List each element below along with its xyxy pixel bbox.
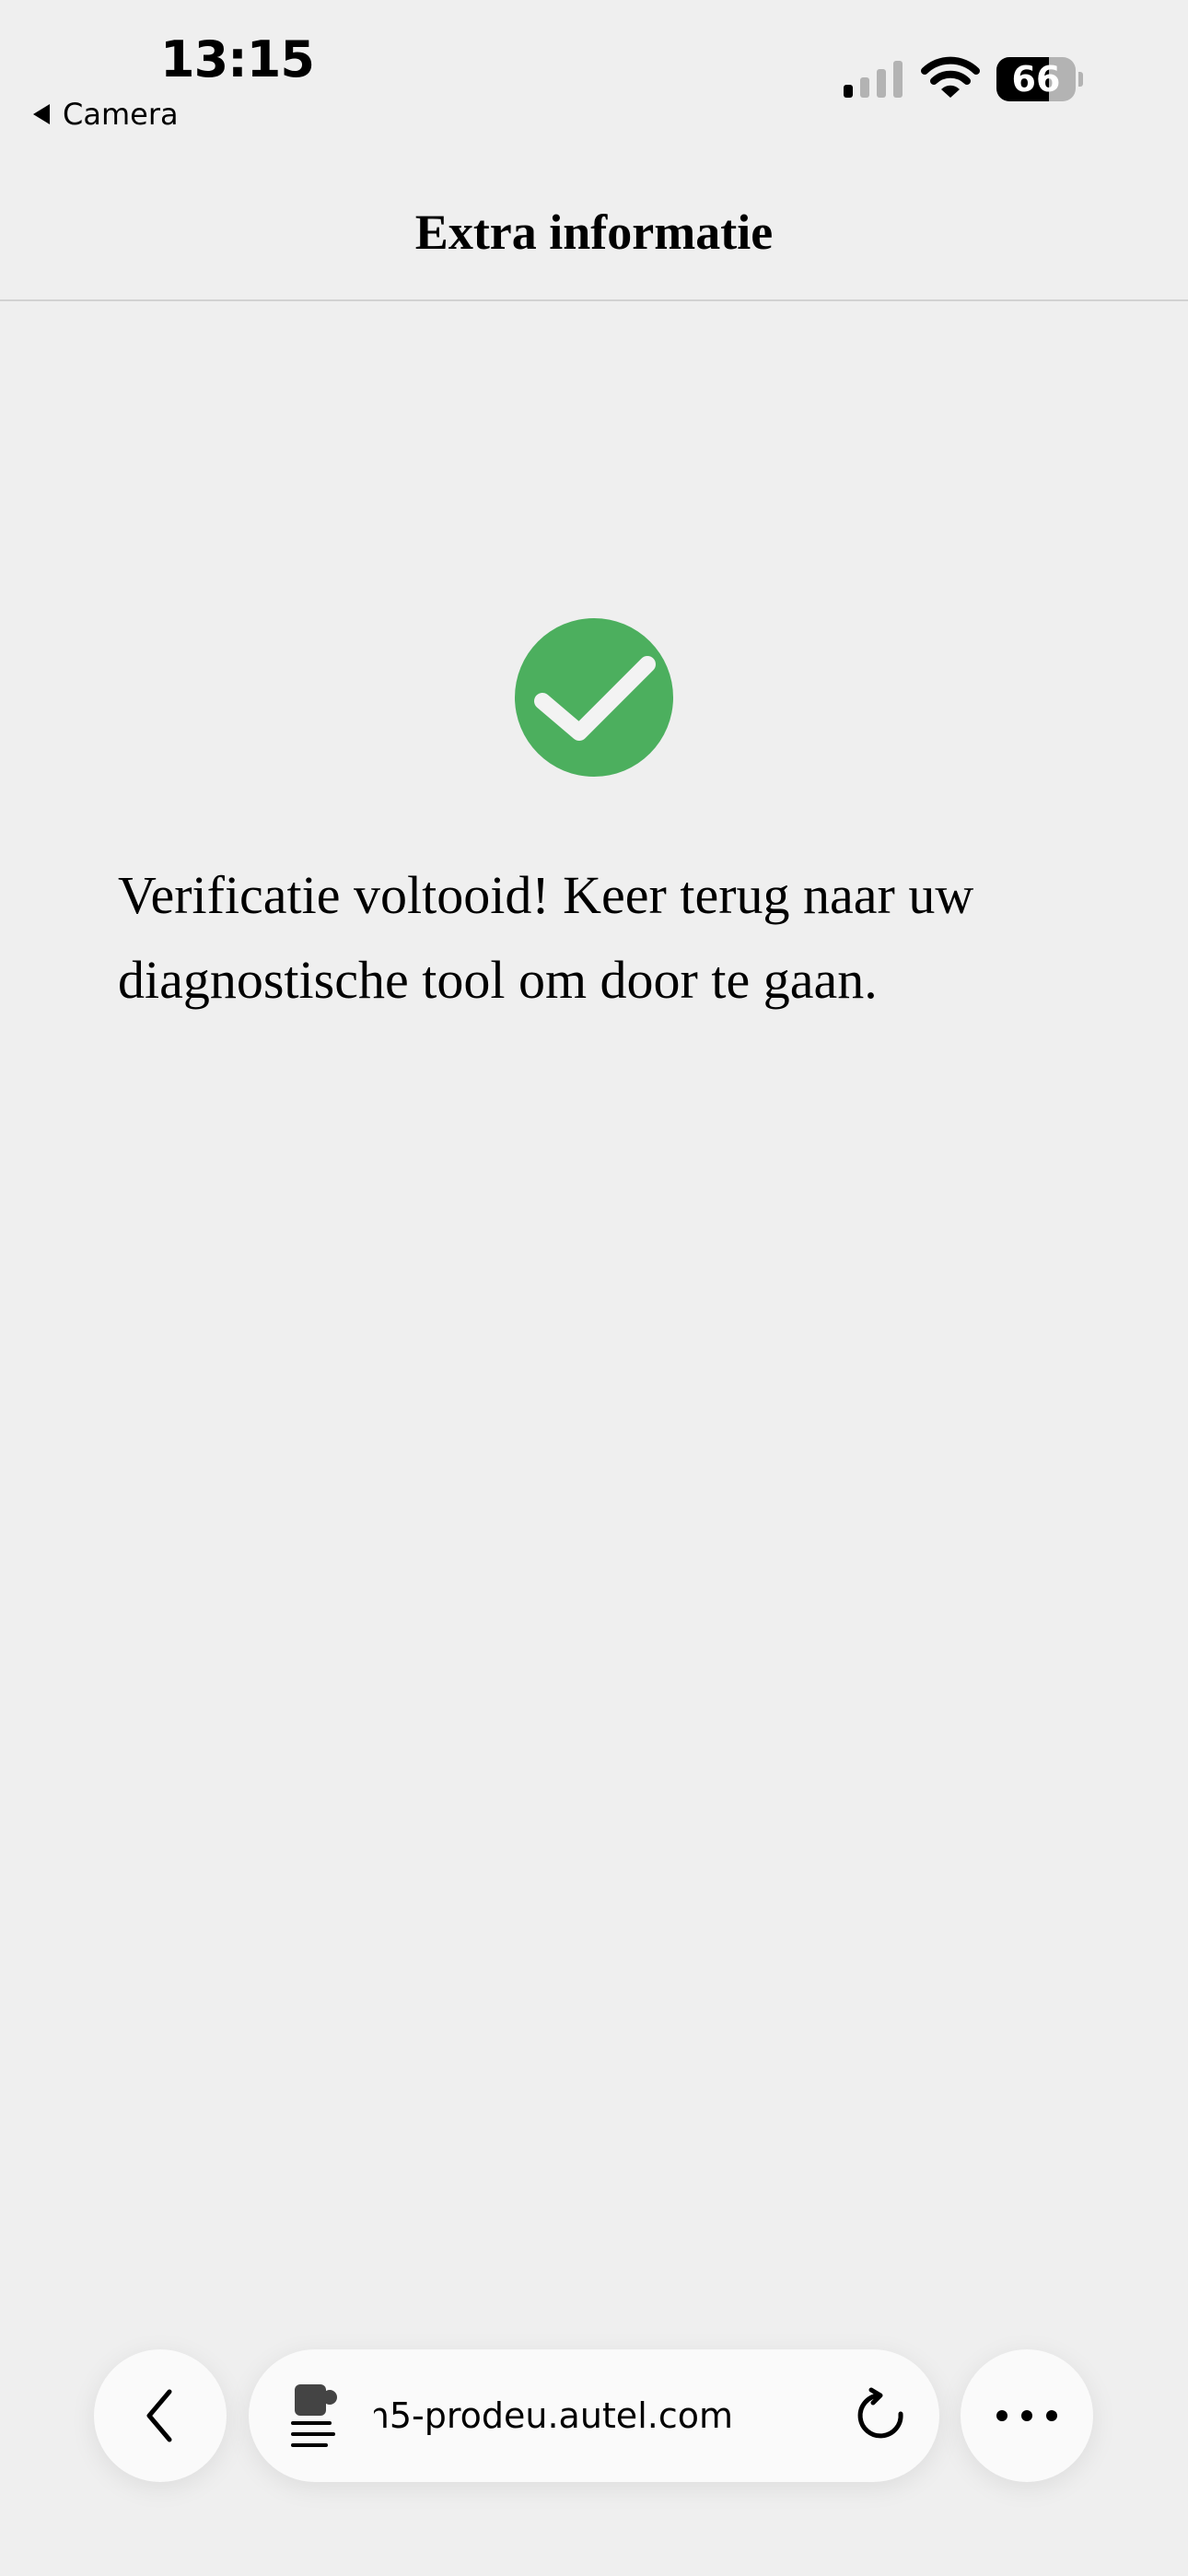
check-circle-icon: [515, 618, 673, 777]
extension-icon[interactable]: [291, 2379, 343, 2453]
back-to-app-button[interactable]: Camera: [33, 94, 179, 135]
more-options-button[interactable]: [961, 2349, 1093, 2482]
signal-icon: [844, 61, 903, 98]
url-text[interactable]: info-h5-prodeu.autel.com: [374, 2349, 733, 2482]
browser-back-button[interactable]: [94, 2349, 227, 2482]
back-app-label: Camera: [63, 97, 179, 132]
page-title: Extra informatie: [414, 205, 774, 260]
status-time: 13:15: [160, 30, 315, 88]
header-divider: [0, 299, 1188, 301]
wifi-icon: [921, 56, 980, 98]
verification-message: Verificatie voltooid! Keer terug naar uw…: [118, 865, 974, 1010]
battery-percentage: 66: [1011, 59, 1061, 100]
address-bar[interactable]: info-h5-prodeu.autel.com: [249, 2349, 939, 2482]
back-triangle-icon: [33, 104, 50, 124]
more-icon: [996, 2410, 1057, 2421]
chevron-left-icon: [146, 2389, 172, 2442]
reload-icon[interactable]: [851, 2386, 910, 2445]
battery-icon: 66: [996, 57, 1083, 101]
